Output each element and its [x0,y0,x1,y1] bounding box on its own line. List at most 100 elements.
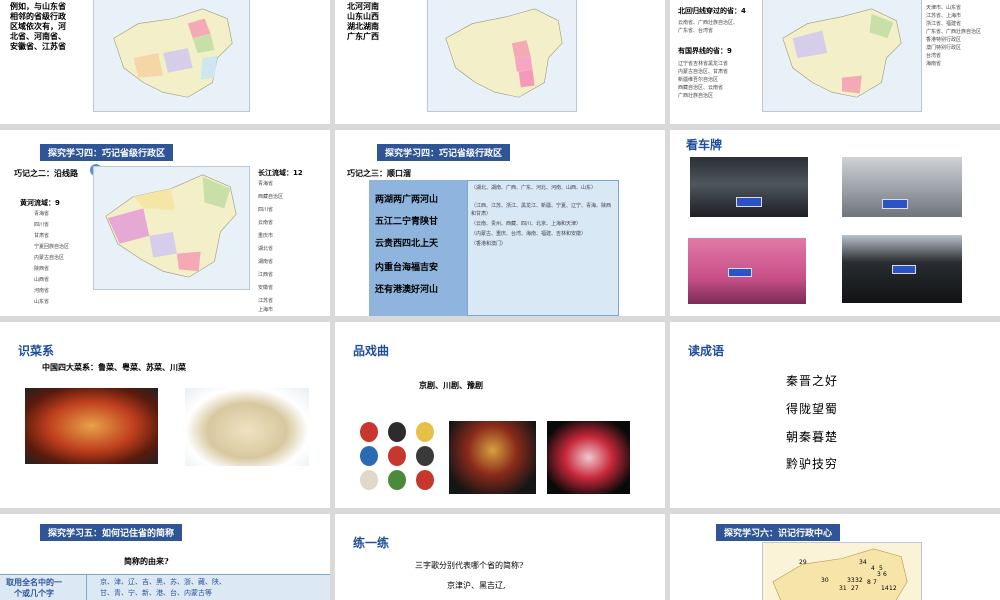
yellow-river-item: 山东省 [34,299,50,305]
china-map [427,0,577,112]
idiom-text: 得陇望蜀 [786,402,839,416]
yellow-river-item: 河南省 [34,288,50,294]
license-plate [728,268,752,277]
shorthand-origin: 个或几个字 [14,589,54,598]
car-plate-photo [688,238,806,304]
capital-number: 14 [881,585,889,592]
border-count: 9 [727,47,732,55]
capital-number: 34 [859,559,867,566]
border-province: 内蒙古自治区、甘肃省 [678,69,729,75]
yangtze-item: 江西省 [258,272,274,278]
slide-thumbnail-6[interactable]: 看车牌 [670,130,1000,316]
car-plate-photo [690,157,808,217]
coast-province: 广东省、广西壮族自治区 [926,29,982,35]
capital-number: 3 [877,571,881,578]
slide-thumbnail-3[interactable]: 北回归线穿过的省：4 云南省、广西壮族自治区、 广东省、台湾省 有国界线的省：9… [670,0,1000,124]
yangtze-item: 重庆市 [258,233,274,239]
rhyme-row-label: 云贵西四北上天 [375,239,439,249]
shorthand-examples: 京、津、辽、吉、黑、苏、浙、藏、陕、 [100,578,226,586]
tropic-provinces: 云南省、广西壮族自治区、 [678,20,739,26]
yangtze-item: 云南省 [258,220,274,226]
slide-thumbnail-4[interactable]: 探究学习四：巧记省级行政区 巧记之二：沿线路 黄河流域：9 青海省 四川省 甘肃… [0,130,330,316]
mask-icon [360,422,434,490]
slide-title: 识菜系 [18,344,55,358]
opera-performer-photo [547,421,630,494]
slide-thumbnail-10[interactable]: 探究学习五：如何记住省的简称 简称的由来? 取用全名中的一 个或几个字 京、津、… [0,514,330,600]
tropic-provinces: 广东省、台湾省 [678,28,714,34]
opera-masks-photo [355,420,439,492]
capital-number: 31 [839,585,847,592]
coast-province: 浙江省、福建省 [926,21,962,27]
idiom-text: 朝秦暮楚 [786,430,839,444]
capital-number: 29 [799,559,807,566]
yangtze-item: 湖北省 [258,246,274,252]
capital-number: 8 [867,579,871,586]
noodle-dish-photo [185,388,309,466]
slide-subtitle: 巧记之二：沿线路 [14,169,78,178]
slide-subtitle: 巧记之三：顺口溜 [347,169,411,178]
border-province: 广西壮族自治区 [678,93,714,99]
shorthand-examples: 甘、青、宁、新、港、台、内蒙古等 [100,589,212,597]
yangtze-item: 安徽省 [258,285,274,291]
yellow-river-count: 9 [55,199,60,207]
tropic-label: 北回归线穿过的省：4 [678,6,746,16]
slide1-text-line: 安徽省、江苏省 [10,42,66,51]
rhyme-line: 京津沪、黑吉辽, [447,581,506,590]
slide-question: 简称的由来? [124,556,169,566]
tropic-count: 4 [741,7,746,15]
china-map [93,166,250,290]
rhyme-row-note: （湖北、湖南、广西、广东、河北、河南、山西、山东） [471,185,597,191]
slide-title: 读成语 [688,344,725,358]
idiom-text: 秦晋之好 [786,374,839,388]
capital-number: 33 [847,577,855,584]
slide-thumbnail-1[interactable]: 例如，与山东省 相邻的省级行政 区域依次有，河 北省、河南省、 安徽省、江苏省 [0,0,330,124]
slide-question: 三字歌分别代表哪个省的简称? [415,561,524,570]
yangtze-label: 长江流域：12 [258,168,303,178]
capital-number: 7 [873,579,877,586]
slide-thumbnail-12[interactable]: 探究学习六：识记行政中心 29 34 4 5 3 6 30 33 32 8 7 … [670,514,1000,600]
coast-province: 江苏省、上海市 [926,13,962,19]
car-plate-photo [842,157,962,217]
slide-thumbnail-8[interactable]: 品戏曲 京剧、川剧、豫剧 [335,322,665,508]
capital-number: 27 [851,585,859,592]
yangtze-item: 江苏省 [258,298,274,304]
capital-number: 6 [883,571,887,578]
yangtze-item: 上海市 [258,307,274,313]
section-band: 探究学习六：识记行政中心 [716,524,841,541]
yellow-river-item: 陕西省 [34,266,50,272]
border-province: 西藏自治区、云南省 [678,85,724,91]
yellow-river-item: 宁夏回族自治区 [34,244,70,250]
coast-province: 天津市、山东省 [926,5,962,11]
slide-thumbnail-2[interactable]: 北河河南 山东山西 湖北湖南 广东广西 [335,0,665,124]
car-plate-photo [842,235,962,303]
slide-text: 中国四大菜系：鲁菜、粤菜、苏菜、川菜 [42,362,186,372]
yellow-river-item: 四川省 [34,222,50,228]
border-label-text: 有国界线的省： [678,47,727,55]
slide2-text-line: 广东广西 [347,32,379,41]
rhyme-row-note: （香港和澳门） [471,241,507,247]
yellow-river-item: 青海省 [34,211,50,217]
license-plate [736,197,762,207]
yellow-river-item: 内蒙古自治区 [34,255,65,261]
capital-number: 30 [821,577,829,584]
slide-thumbnail-5[interactable]: 探究学习四：巧记省级行政区 巧记之三：顺口溜 两湖两广两河山 五江二宁青陕甘 云… [335,130,665,316]
yangtze-item: 西藏自治区 [258,194,284,200]
section-band: 探究学习五：如何记住省的简称 [40,524,183,541]
slide-thumbnail-11[interactable]: 练一练 三字歌分别代表哪个省的简称? 京津沪、黑吉辽, …… [335,514,665,600]
china-capitals-map: 29 34 4 5 3 6 30 33 32 8 7 31 27 14 12 [762,542,922,600]
opera-performer-photo [449,421,536,494]
rhyme-row-label: 内重台海福吉安 [375,263,439,273]
section-band: 探究学习四：巧记省级行政区 [377,144,511,161]
sichuan-dish-photo [25,388,158,464]
yangtze-item: 湖南省 [258,259,274,265]
slide-thumbnail-9[interactable]: 读成语 秦晋之好 得陇望蜀 朝秦暮楚 黔驴技穷 [670,322,1000,508]
border-province: 辽宁省吉林省黑龙江省 [678,61,729,67]
rhyme-row-label: 两湖两广两河山 [375,195,439,205]
border-province: 新疆维吾尔自治区 [678,77,719,83]
slide-thumbnail-7[interactable]: 识菜系 中国四大菜系：鲁菜、粤菜、苏菜、川菜 [0,322,330,508]
shorthand-origin: 取用全名中的一 [6,578,62,587]
china-map [762,0,922,112]
shorthand-table-divider [86,574,87,600]
idiom-text: 黔驴技穷 [786,457,839,471]
slide-title: 看车牌 [686,138,723,152]
